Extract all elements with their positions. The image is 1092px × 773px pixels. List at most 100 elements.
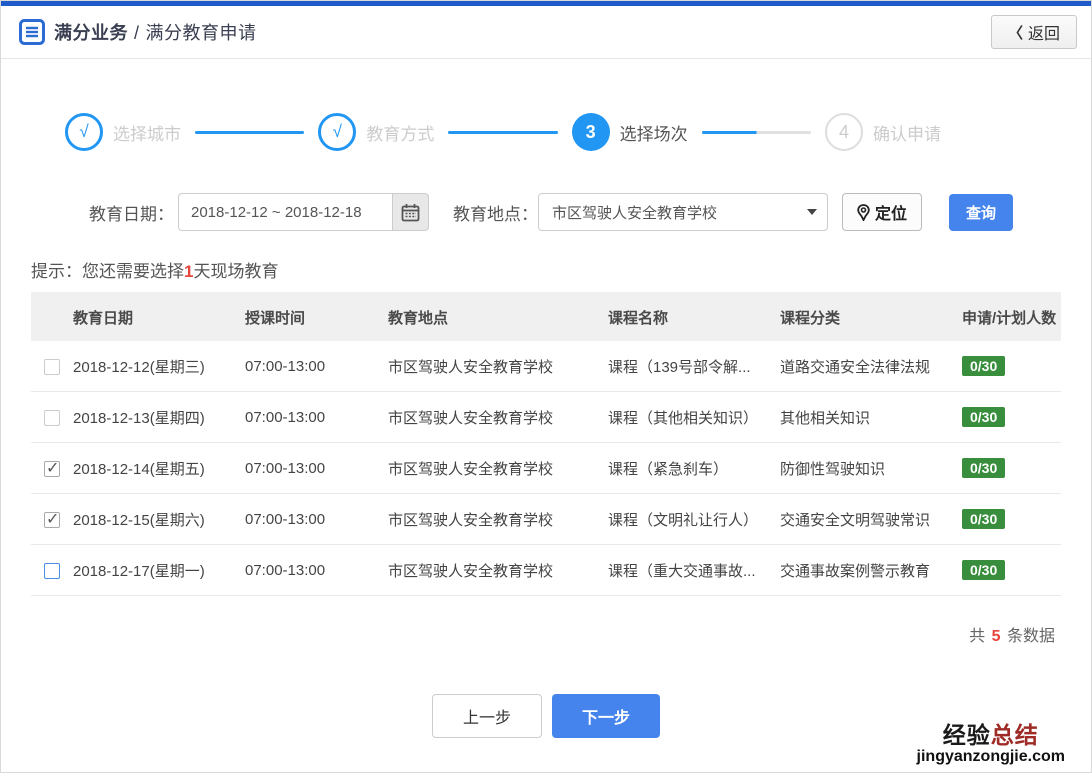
row-checkbox-cell xyxy=(31,459,73,476)
query-button[interactable]: 查询 xyxy=(949,194,1013,231)
education-place-select[interactable]: 市区驾驶人安全教育学校 xyxy=(538,193,828,231)
row-course-name: 课程（139号部令解... xyxy=(608,356,780,377)
hint-suffix: 天现场教育 xyxy=(193,262,278,281)
breadcrumb-page: 满分教育申请 xyxy=(146,23,257,43)
quota-badge: 0/30 xyxy=(962,356,1005,376)
quota-badge: 0/30 xyxy=(962,560,1005,580)
breadcrumb-separator: / xyxy=(134,23,140,43)
row-checkbox-cell xyxy=(31,561,73,578)
back-button[interactable]: 〈 返回 xyxy=(991,15,1077,49)
location-pin-icon xyxy=(857,204,870,221)
row-education-date: 2018-12-13(星期四) xyxy=(73,407,245,428)
watermark-site: jingyanzongjie.com xyxy=(917,748,1065,766)
calendar-button[interactable] xyxy=(392,193,429,231)
row-education-date: 2018-12-14(星期五) xyxy=(73,458,245,479)
step-4-label: 确认申请 xyxy=(873,120,941,145)
watermark-title-red: 总结 xyxy=(991,722,1039,748)
page: 满分业务/满分教育申请 〈 返回 √ 选择城市 √ 教育方式 3 选择场次 4 … xyxy=(0,0,1092,773)
row-checkbox-cell xyxy=(31,357,73,374)
step-1-label: 选择城市 xyxy=(113,120,181,145)
table-row[interactable]: 2018-12-14(星期五) 07:00-13:00 市区驾驶人安全教育学校 … xyxy=(31,443,1061,494)
site-watermark: 经验总结 jingyanzongjie.com xyxy=(917,723,1065,766)
date-range-input[interactable] xyxy=(178,193,392,231)
row-class-time: 07:00-13:00 xyxy=(245,460,388,477)
row-course-category: 交通事故案例警示教育 xyxy=(780,560,962,581)
row-checkbox[interactable] xyxy=(44,512,60,528)
table-row[interactable]: 2018-12-12(星期三) 07:00-13:00 市区驾驶人安全教育学校 … xyxy=(31,341,1061,392)
row-course-category: 交通安全文明驾驶常识 xyxy=(780,509,962,530)
back-button-label: 返回 xyxy=(1028,20,1060,44)
step-select-city: √ 选择城市 xyxy=(65,113,181,151)
row-class-time: 07:00-13:00 xyxy=(245,409,388,426)
step-confirm-application: 4 确认申请 xyxy=(825,113,941,151)
row-quota-cell: 0/30 xyxy=(962,407,1061,427)
locate-button[interactable]: 定位 xyxy=(842,193,922,231)
header: 满分业务/满分教育申请 〈 返回 xyxy=(1,6,1091,59)
session-table: 教育日期 授课时间 教育地点 课程名称 课程分类 申请/计划人数 2018-12… xyxy=(31,292,1061,596)
table-row[interactable]: 2018-12-13(星期四) 07:00-13:00 市区驾驶人安全教育学校 … xyxy=(31,392,1061,443)
col-header-class-time: 授课时间 xyxy=(245,307,388,328)
row-checkbox[interactable] xyxy=(44,461,60,477)
hint-prefix: 提示：您还需要选择 xyxy=(31,262,184,281)
dropdown-caret-icon xyxy=(807,209,817,215)
step-3-label: 选择场次 xyxy=(620,120,688,145)
row-course-name: 课程（重大交通事故... xyxy=(608,560,780,581)
record-count-suffix: 条数据 xyxy=(1007,628,1055,645)
row-quota-cell: 0/30 xyxy=(962,509,1061,529)
step-connector-1 xyxy=(195,131,304,134)
row-checkbox-cell xyxy=(31,510,73,527)
row-education-place: 市区驾驶人安全教育学校 xyxy=(388,407,608,428)
row-education-place: 市区驾驶人安全教育学校 xyxy=(388,458,608,479)
row-quota-cell: 0/30 xyxy=(962,458,1061,478)
previous-step-button[interactable]: 上一步 xyxy=(432,694,542,738)
row-education-place: 市区驾驶人安全教育学校 xyxy=(388,509,608,530)
step-4-circle: 4 xyxy=(825,113,863,151)
row-course-name: 课程（其他相关知识） xyxy=(608,407,780,428)
row-checkbox[interactable] xyxy=(44,410,60,426)
filter-bar: 教育日期： 教育地点： 市区驾驶人安全教育学校 xyxy=(1,193,1091,231)
row-checkbox[interactable] xyxy=(44,563,60,579)
record-count: 共 5 条数据 xyxy=(1,622,1055,646)
row-checkbox-cell xyxy=(31,408,73,425)
row-checkbox[interactable] xyxy=(44,359,60,375)
record-count-number: 5 xyxy=(992,628,1001,645)
back-chevron-icon: 〈 xyxy=(1008,22,1023,43)
row-class-time: 07:00-13:00 xyxy=(245,358,388,375)
next-step-button[interactable]: 下一步 xyxy=(552,694,660,738)
row-education-date: 2018-12-17(星期一) xyxy=(73,560,245,581)
step-connector-2 xyxy=(448,131,557,134)
step-2-circle: √ xyxy=(318,113,356,151)
row-course-category: 道路交通安全法律法规 xyxy=(780,356,962,377)
table-header-row: 教育日期 授课时间 教育地点 课程名称 课程分类 申请/计划人数 xyxy=(31,293,1061,341)
record-count-prefix: 共 xyxy=(969,628,985,645)
step-select-session: 3 选择场次 xyxy=(572,113,688,151)
row-course-name: 课程（文明礼让行人） xyxy=(608,509,780,530)
education-place-selected-value: 市区驾驶人安全教育学校 xyxy=(552,202,717,223)
table-row[interactable]: 2018-12-17(星期一) 07:00-13:00 市区驾驶人安全教育学校 … xyxy=(31,545,1061,596)
step-3-circle: 3 xyxy=(572,113,610,151)
list-icon xyxy=(19,19,45,45)
breadcrumb: 满分业务/满分教育申请 xyxy=(54,19,257,45)
row-course-name: 课程（紧急刹车） xyxy=(608,458,780,479)
step-connector-3 xyxy=(702,131,811,134)
col-header-applied-planned: 申请/计划人数 xyxy=(962,307,1061,328)
step-indicator: √ 选择城市 √ 教育方式 3 选择场次 4 确认申请 xyxy=(1,113,1091,151)
row-quota-cell: 0/30 xyxy=(962,560,1061,580)
row-quota-cell: 0/30 xyxy=(962,356,1061,376)
row-education-date: 2018-12-15(星期六) xyxy=(73,509,245,530)
quota-badge: 0/30 xyxy=(962,407,1005,427)
row-class-time: 07:00-13:00 xyxy=(245,562,388,579)
step-1-circle: √ xyxy=(65,113,103,151)
row-education-place: 市区驾驶人安全教育学校 xyxy=(388,356,608,377)
col-header-course-name: 课程名称 xyxy=(608,307,780,328)
education-date-label: 教育日期： xyxy=(89,200,174,225)
table-row[interactable]: 2018-12-15(星期六) 07:00-13:00 市区驾驶人安全教育学校 … xyxy=(31,494,1061,545)
hint-text: 提示：您还需要选择1天现场教育 xyxy=(31,257,1091,282)
watermark-title-black: 经验 xyxy=(943,722,991,748)
education-place-label: 教育地点： xyxy=(453,200,538,225)
col-header-education-place: 教育地点 xyxy=(388,307,608,328)
row-education-date: 2018-12-12(星期三) xyxy=(73,356,245,377)
row-course-category: 其他相关知识 xyxy=(780,407,962,428)
date-range-group xyxy=(178,193,429,231)
row-course-category: 防御性驾驶知识 xyxy=(780,458,962,479)
